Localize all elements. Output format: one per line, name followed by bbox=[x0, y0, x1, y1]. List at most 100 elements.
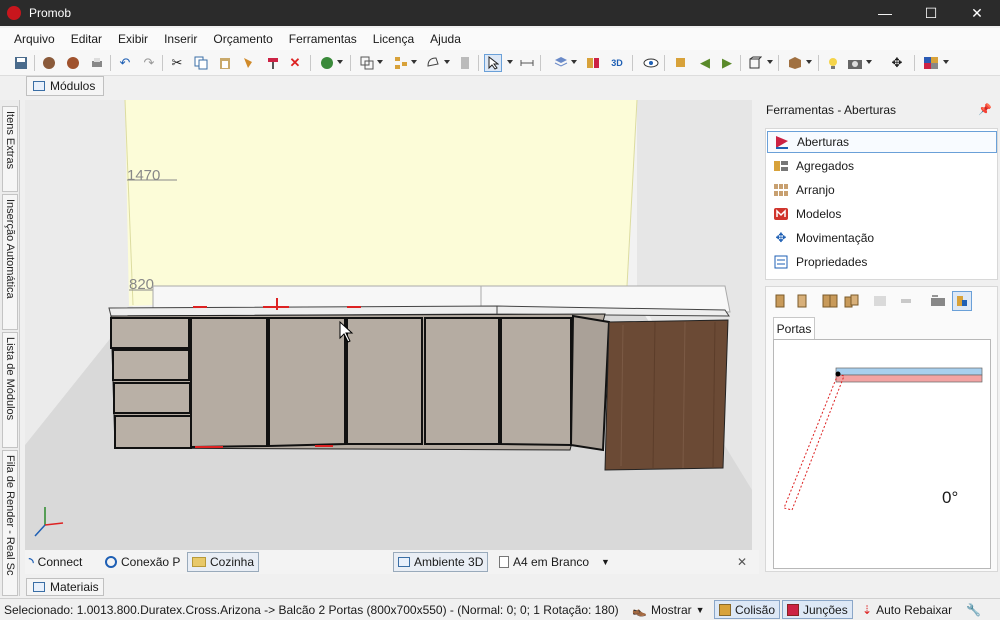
modules-icon bbox=[33, 81, 45, 91]
tab-ambiente-3d[interactable]: Ambiente 3D bbox=[393, 552, 489, 572]
side-tab-fila-de-render[interactable]: Fila de Render - Real Sc bbox=[2, 450, 18, 596]
paste-icon[interactable] bbox=[216, 54, 234, 72]
door-pair-icon[interactable] bbox=[842, 291, 862, 311]
eye-icon[interactable] bbox=[642, 54, 660, 72]
door-opening-diagram bbox=[783, 367, 983, 511]
menu-orcamento[interactable]: Orçamento bbox=[205, 32, 280, 46]
tool-aberturas[interactable]: Aberturas bbox=[767, 131, 997, 153]
move-right-icon[interactable]: ▶ bbox=[718, 54, 736, 72]
move-left-icon[interactable]: ◀ bbox=[696, 54, 714, 72]
tab-materiais[interactable]: Materiais bbox=[26, 578, 104, 596]
tool-agregados[interactable]: Agregados bbox=[767, 155, 997, 177]
maximize-button[interactable]: ☐ bbox=[908, 0, 954, 26]
tab-conexao[interactable]: Conexão P bbox=[101, 552, 184, 572]
undo-icon[interactable]: ↶ bbox=[116, 54, 134, 72]
3d-view-icon[interactable]: 3D bbox=[608, 54, 626, 72]
move-cross-icon[interactable]: ✥ bbox=[888, 54, 906, 72]
tool-agregados-label: Agregados bbox=[796, 159, 855, 173]
status-bar: Selecionado: 1.0013.800.Duratex.Cross.Ar… bbox=[0, 598, 1000, 620]
door-frame-icon[interactable] bbox=[792, 291, 812, 311]
tab-conexao-label: Conexão P bbox=[121, 555, 181, 569]
palette-icon[interactable] bbox=[922, 54, 940, 72]
redo-icon[interactable]: ↷ bbox=[140, 54, 158, 72]
slide-door-icon[interactable] bbox=[928, 291, 948, 311]
tab-cozinha[interactable]: Cozinha bbox=[187, 552, 260, 572]
tab-connect[interactable]: ◝ Connect bbox=[25, 552, 86, 572]
colisao-toggle[interactable]: Colisão bbox=[714, 600, 781, 619]
save-icon[interactable] bbox=[12, 54, 30, 72]
tool-propriedades[interactable]: Propriedades bbox=[767, 251, 997, 273]
agregados-icon bbox=[774, 161, 788, 171]
measure-icon[interactable] bbox=[518, 54, 536, 72]
side-tab-itens-extras[interactable]: Itens Extras bbox=[2, 106, 18, 192]
tool-movimentacao[interactable]: ✥ Movimentação bbox=[767, 227, 997, 249]
menu-editar[interactable]: Editar bbox=[63, 32, 110, 46]
page-icon bbox=[499, 556, 509, 568]
print-icon[interactable] bbox=[88, 54, 106, 72]
door-single-icon[interactable] bbox=[770, 291, 790, 311]
format-icon[interactable] bbox=[264, 54, 282, 72]
auto-rebaixar-toggle[interactable]: ⇣ Auto Rebaixar bbox=[858, 600, 956, 619]
side-tab-insercao-automatica-label: Inserção Automática bbox=[4, 199, 16, 299]
wall-icon[interactable] bbox=[456, 54, 474, 72]
menu-exibir[interactable]: Exibir bbox=[110, 32, 156, 46]
tab-modulos[interactable]: Módulos bbox=[26, 76, 104, 96]
3d-viewport[interactable]: 1470 820 bbox=[25, 100, 752, 550]
pin-icon[interactable]: 📌 bbox=[978, 103, 992, 116]
arranjo-icon bbox=[774, 184, 788, 196]
box-icon[interactable] bbox=[786, 54, 804, 72]
side-tab-insercao-automatica[interactable]: Inserção Automática bbox=[2, 194, 18, 330]
menu-arquivo[interactable]: Arquivo bbox=[6, 32, 63, 46]
tab-materiais-label: Materiais bbox=[50, 580, 99, 594]
tab-cozinha-label: Cozinha bbox=[210, 555, 255, 569]
menu-ferramentas[interactable]: Ferramentas bbox=[281, 32, 365, 46]
flip-door-icon[interactable] bbox=[952, 291, 972, 311]
mostrar-label: Mostrar bbox=[650, 602, 692, 617]
menu-ajuda[interactable]: Ajuda bbox=[422, 32, 469, 46]
render-icon[interactable] bbox=[40, 54, 58, 72]
rotate-icon[interactable] bbox=[672, 54, 690, 72]
materials-icon bbox=[33, 582, 45, 592]
mostrar-button[interactable]: 👞 Mostrar ▼ bbox=[628, 600, 709, 619]
shelf-icon[interactable] bbox=[870, 291, 890, 311]
paint-icon[interactable] bbox=[240, 54, 258, 72]
tab-a4-em-branco[interactable]: A4 em Branco ▼ bbox=[495, 552, 614, 572]
tools-icon[interactable]: 🔧 bbox=[962, 600, 985, 619]
pointer-icon[interactable] bbox=[484, 54, 502, 72]
tool-arranjo-label: Arranjo bbox=[796, 183, 835, 197]
render-settings-icon[interactable] bbox=[64, 54, 82, 72]
copy-icon[interactable] bbox=[192, 54, 210, 72]
minimize-button[interactable]: — bbox=[862, 0, 908, 26]
group-icon[interactable] bbox=[358, 54, 376, 72]
juncoes-toggle[interactable]: Junções bbox=[782, 600, 853, 619]
cut-icon[interactable]: ✂ bbox=[168, 54, 186, 72]
close-button[interactable]: ✕ bbox=[954, 0, 1000, 26]
menu-bar: Arquivo Editar Exibir Inserir Orçamento … bbox=[0, 28, 1000, 50]
delete-icon[interactable]: ✕ bbox=[286, 54, 304, 72]
light-icon[interactable] bbox=[824, 54, 842, 72]
menu-licenca[interactable]: Licença bbox=[365, 32, 422, 46]
kitchen-3d-scene: 1470 820 bbox=[25, 100, 752, 550]
camera-icon[interactable] bbox=[846, 54, 864, 72]
view-cube-icon[interactable] bbox=[746, 54, 764, 72]
dimension-label-820: 820 bbox=[129, 276, 154, 293]
tool-arranjo[interactable]: Arranjo bbox=[767, 179, 997, 201]
module-tree-icon[interactable] bbox=[392, 54, 410, 72]
movimentacao-icon: ✥ bbox=[775, 230, 787, 245]
tab-portas[interactable]: Portas bbox=[773, 317, 815, 339]
propriedades-icon bbox=[774, 255, 788, 269]
door-preview[interactable]: 0° bbox=[773, 339, 991, 569]
tool-modelos[interactable]: Modelos bbox=[767, 203, 997, 225]
layers-icon[interactable] bbox=[552, 54, 570, 72]
dimension-label-1470: 1470 bbox=[127, 167, 160, 184]
wood-cabinet bbox=[604, 319, 729, 471]
side-tab-lista-de-modulos[interactable]: Lista de Módulos bbox=[2, 332, 18, 448]
budget-icon[interactable] bbox=[318, 54, 336, 72]
menu-inserir[interactable]: Inserir bbox=[156, 32, 205, 46]
chevron-down-icon[interactable]: ▼ bbox=[601, 557, 610, 567]
elevation-icon[interactable] bbox=[584, 54, 602, 72]
hinge-icon[interactable] bbox=[896, 291, 916, 311]
close-view-tab-button[interactable]: ✕ bbox=[733, 552, 751, 572]
shape-icon[interactable] bbox=[424, 54, 442, 72]
door-double-icon[interactable] bbox=[820, 291, 840, 311]
